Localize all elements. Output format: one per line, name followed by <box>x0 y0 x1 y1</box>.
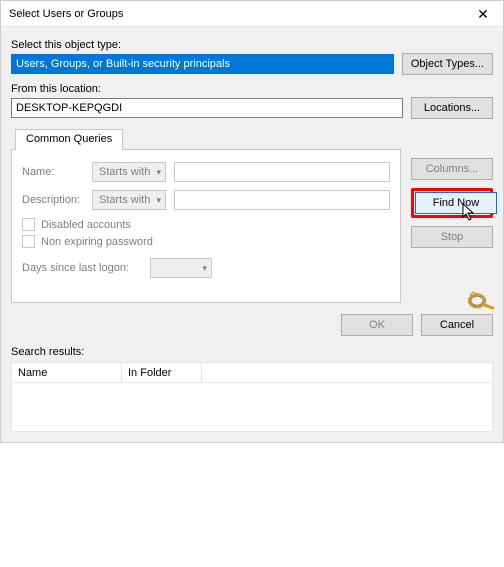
name-filter-input[interactable] <box>174 162 390 182</box>
chevron-down-icon: ▾ <box>156 167 161 178</box>
locations-button[interactable]: Locations... <box>411 97 493 119</box>
results-col-name[interactable]: Name <box>12 363 122 383</box>
dialog-content: Select this object type: Users, Groups, … <box>1 27 503 442</box>
magnifier-icon <box>465 286 493 308</box>
name-mode-select: Starts with ▾ <box>92 162 166 182</box>
search-results-label: Search results: <box>11 344 493 362</box>
common-queries-panel: Name: Starts with ▾ Description: Starts … <box>11 149 401 303</box>
results-body[interactable] <box>12 383 492 431</box>
description-filter-input[interactable] <box>174 190 390 210</box>
window-title: Select Users or Groups <box>9 8 123 20</box>
find-now-highlight: Find Now <box>411 188 493 218</box>
object-types-button[interactable]: Object Types... <box>402 53 493 75</box>
location-label: From this location: <box>11 83 493 95</box>
object-type-value: Users, Groups, or Built-in security prin… <box>16 58 230 70</box>
days-since-logon-select: ▾ <box>150 258 212 278</box>
stop-button: Stop <box>411 226 493 248</box>
ok-button: OK <box>341 314 413 336</box>
search-results-grid: Name In Folder <box>11 362 493 432</box>
tab-common-queries[interactable]: Common Queries <box>15 129 123 150</box>
object-type-input[interactable]: Users, Groups, or Built-in security prin… <box>11 54 394 74</box>
disabled-accounts-checkbox <box>22 218 35 231</box>
description-filter-label: Description: <box>22 194 84 206</box>
dialog-select-users-or-groups: Select Users or Groups ✕ Select this obj… <box>0 0 504 443</box>
close-icon[interactable]: ✕ <box>469 1 497 27</box>
description-mode-value: Starts with <box>99 194 150 206</box>
name-mode-value: Starts with <box>99 166 150 178</box>
location-input[interactable]: DESKTOP-KEPQGDI <box>11 98 403 118</box>
days-since-logon-label: Days since last logon: <box>22 262 142 274</box>
columns-button: Columns... <box>411 158 493 180</box>
results-col-folder[interactable]: In Folder <box>122 363 202 383</box>
description-mode-select: Starts with ▾ <box>92 190 166 210</box>
non-expiring-password-label: Non expiring password <box>41 236 153 248</box>
chevron-down-icon: ▾ <box>202 263 207 274</box>
cancel-button[interactable]: Cancel <box>421 314 493 336</box>
disabled-accounts-label: Disabled accounts <box>41 219 131 231</box>
titlebar: Select Users or Groups ✕ <box>1 1 503 27</box>
find-now-button[interactable]: Find Now <box>415 192 497 214</box>
chevron-down-icon: ▾ <box>156 195 161 206</box>
object-type-label: Select this object type: <box>11 39 493 51</box>
location-value: DESKTOP-KEPQGDI <box>16 102 122 114</box>
results-header-row: Name In Folder <box>12 363 492 383</box>
non-expiring-password-checkbox <box>22 235 35 248</box>
name-filter-label: Name: <box>22 166 84 178</box>
